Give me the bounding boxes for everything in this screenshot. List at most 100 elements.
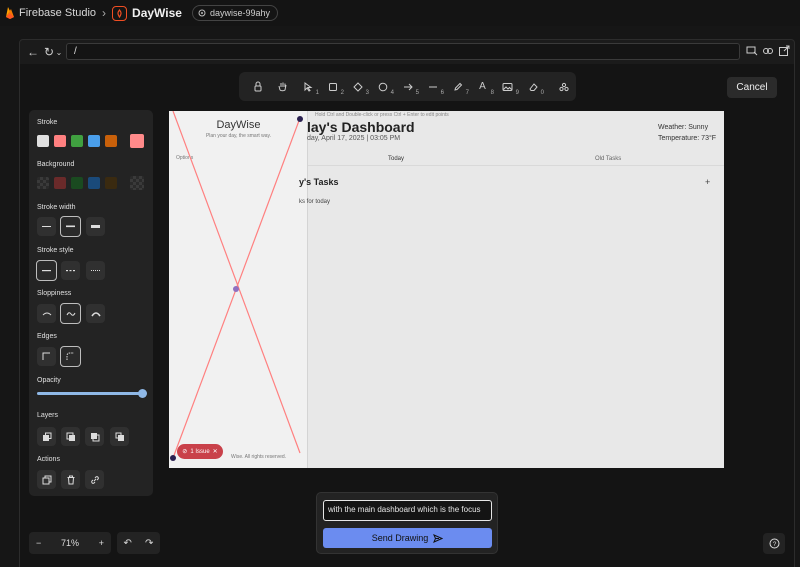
tool-shortcut-label: 0 [540, 89, 544, 96]
issue-badge[interactable]: ⊘ 1 Issue ✕ [177, 444, 223, 459]
properties-panel: Stroke Background Stroke width Stroke st… [29, 110, 153, 496]
top-bar: Firebase Studio › DayWise daywise-99ahy [0, 0, 800, 26]
background-color-swatch[interactable] [105, 177, 117, 189]
workspace-icon [198, 9, 206, 17]
tool-shortcut-label: 4 [390, 89, 394, 96]
drawing-toolbar: 1 2 3 4 5 6 7 A 8 9 0 [239, 72, 576, 101]
shapes-library-icon[interactable] [551, 76, 576, 98]
stroke-style-dashed-button[interactable] [61, 261, 80, 280]
lock-icon[interactable] [245, 76, 270, 98]
studio-name[interactable]: Firebase Studio [19, 7, 96, 19]
stroke-width-extra-bold-button[interactable] [86, 217, 105, 236]
trash-icon[interactable] [61, 470, 80, 489]
cancel-button[interactable]: Cancel [727, 77, 777, 98]
opacity-slider-thumb[interactable] [138, 389, 147, 398]
open-external-icon[interactable] [778, 45, 790, 57]
stroke-style-solid-button[interactable] [36, 260, 57, 281]
stroke-color-swatch[interactable] [37, 135, 49, 147]
device-preview-icon[interactable] [746, 45, 758, 57]
send-drawing-button[interactable]: Send Drawing [323, 528, 492, 548]
redo-icon[interactable]: ↷ [145, 538, 153, 549]
undo-icon[interactable]: ↶ [124, 538, 132, 549]
back-arrow-icon[interactable]: ← [26, 45, 40, 59]
url-bar: ← ↻ ⌄ / [20, 40, 794, 64]
tool-shortcut-label: 8 [490, 89, 494, 96]
workspace-chip-label: daywise-99ahy [209, 8, 271, 18]
line-endpoint-handle[interactable] [297, 116, 303, 122]
zoom-out-button[interactable]: − [36, 538, 41, 548]
duplicate-icon[interactable] [37, 470, 56, 489]
opacity-label: Opacity [37, 377, 61, 384]
current-stroke-color[interactable] [130, 134, 144, 148]
tool-shortcut-label: 9 [515, 89, 519, 96]
edges-label: Edges [37, 333, 57, 340]
history-controls: ↶ ↷ [117, 532, 160, 554]
drawn-cross-shape[interactable] [169, 111, 724, 468]
zoom-in-button[interactable]: + [99, 538, 104, 548]
line-midpoint-handle[interactable] [233, 286, 239, 292]
text-icon[interactable]: A 8 [470, 76, 495, 98]
prompt-box: with the main dashboard which is the foc… [316, 492, 498, 554]
current-background-color[interactable] [130, 176, 144, 190]
edges-sharp-button[interactable] [37, 347, 56, 366]
send-to-back-icon[interactable] [37, 427, 56, 446]
issue-badge-label: 1 Issue [190, 448, 210, 455]
chevron-down-icon[interactable]: ⌄ [52, 48, 66, 57]
drawn-line[interactable] [172, 111, 301, 454]
rectangle-icon[interactable]: 2 [320, 76, 345, 98]
alert-circle-icon: ⊘ [182, 449, 188, 455]
image-icon[interactable]: 9 [495, 76, 520, 98]
project-logo-icon [112, 5, 128, 21]
stroke-color-swatch[interactable] [71, 135, 83, 147]
stroke-color-swatch[interactable] [105, 135, 117, 147]
sloppiness-cartoonist-button[interactable] [86, 304, 105, 323]
stroke-label: Stroke [37, 119, 58, 126]
select-arrow-icon[interactable]: 1 [295, 76, 320, 98]
actions-label: Actions [37, 456, 60, 463]
app-preview-screenshot[interactable]: DayWise Plan your day, the smart way. Op… [169, 111, 724, 468]
ellipse-icon[interactable]: 4 [370, 76, 395, 98]
background-color-swatch[interactable] [71, 177, 83, 189]
tool-shortcut-label: 2 [340, 89, 344, 96]
send-icon [433, 533, 444, 543]
edges-round-button[interactable] [60, 346, 81, 367]
bring-to-front-icon[interactable] [110, 427, 129, 446]
background-transparent-swatch[interactable] [37, 177, 49, 189]
send-drawing-label: Send Drawing [371, 533, 429, 543]
arrow-icon[interactable]: 5 [395, 76, 420, 98]
tool-shortcut-label: 3 [365, 89, 369, 96]
zoom-controls: − 71% + [29, 532, 111, 554]
prompt-input[interactable]: with the main dashboard which is the foc… [323, 500, 492, 521]
workspace-chip[interactable]: daywise-99ahy [191, 5, 279, 21]
line-icon[interactable]: 6 [420, 76, 445, 98]
stroke-style-label: Stroke style [37, 247, 74, 254]
link-icon[interactable] [85, 470, 104, 489]
help-icon[interactable]: ? [763, 533, 785, 554]
project-name[interactable]: DayWise [132, 6, 182, 20]
hand-icon[interactable] [270, 76, 295, 98]
opacity-slider-track[interactable] [37, 392, 145, 395]
stroke-width-bold-button[interactable] [60, 216, 81, 237]
sloppiness-architect-button[interactable] [37, 304, 56, 323]
close-icon[interactable]: ✕ [213, 448, 218, 455]
bring-forward-icon[interactable] [85, 427, 104, 446]
stroke-color-swatch[interactable] [54, 135, 66, 147]
stroke-color-swatch[interactable] [88, 135, 100, 147]
send-backward-icon[interactable] [61, 427, 80, 446]
pencil-icon[interactable]: 7 [445, 76, 470, 98]
firebase-logo-icon [6, 7, 14, 19]
diamond-icon[interactable]: 3 [345, 76, 370, 98]
line-endpoint-handle[interactable] [170, 455, 176, 461]
stroke-width-thin-button[interactable] [37, 217, 56, 236]
link-icon[interactable] [762, 45, 774, 57]
stroke-style-dotted-button[interactable] [86, 261, 105, 280]
url-input[interactable]: / [66, 43, 740, 60]
background-color-swatch[interactable] [88, 177, 100, 189]
background-color-swatch[interactable] [54, 177, 66, 189]
sloppiness-artist-button[interactable] [60, 303, 81, 324]
zoom-level[interactable]: 71% [61, 538, 79, 548]
eraser-icon[interactable]: 0 [520, 76, 545, 98]
stroke-width-label: Stroke width [37, 204, 76, 211]
layers-label: Layers [37, 412, 59, 419]
tool-shortcut-label: 6 [440, 89, 444, 96]
